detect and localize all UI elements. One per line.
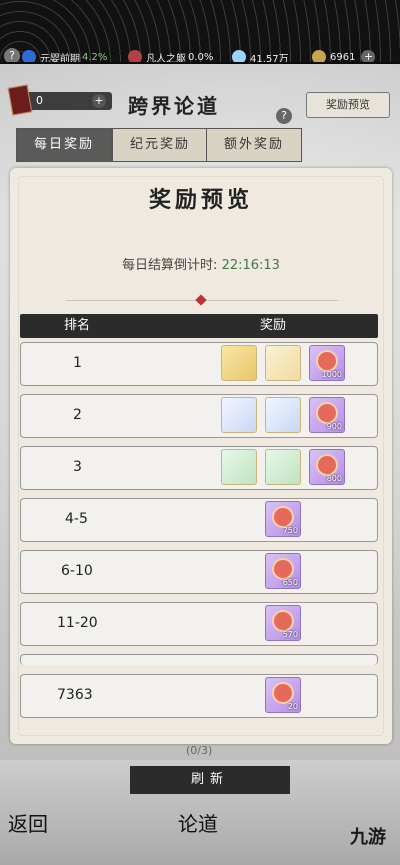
col-reward: 奖励	[260, 318, 287, 333]
medal-icon[interactable]: 900	[309, 397, 345, 433]
medal-icon[interactable]: 650	[265, 553, 301, 589]
counter-value: 0	[36, 94, 43, 107]
countdown-label: 每日结算倒计时:	[122, 258, 218, 273]
refresh-button[interactable]: 刷新	[130, 766, 290, 794]
watermark: 九游	[350, 827, 386, 848]
jade-ornament-icon[interactable]	[265, 397, 301, 433]
level-percent: 4.2%	[82, 51, 108, 63]
jade-ornament-icon[interactable]	[265, 449, 301, 485]
rank: 7363	[57, 687, 93, 703]
medal-count: 750	[282, 526, 298, 535]
medal-count: 20	[287, 702, 298, 711]
page-title: 跨界论道	[128, 94, 220, 118]
table-row: 4-5 750	[20, 498, 378, 542]
rank: 3	[73, 459, 82, 475]
medal-center	[274, 684, 292, 702]
countdown-time: 22:16:13	[221, 258, 280, 273]
jade-ring-icon[interactable]	[221, 397, 257, 433]
medal-icon[interactable]: 1000	[309, 345, 345, 381]
rank: 1	[73, 355, 82, 371]
medal-icon[interactable]: 800	[309, 449, 345, 485]
table-row: 6-10 650	[20, 550, 378, 594]
medal-center	[318, 404, 336, 422]
dao-button[interactable]: 论道	[178, 808, 218, 837]
seal-icon	[195, 294, 207, 306]
col-rank: 排名	[64, 318, 91, 333]
medal-count: 1000	[321, 370, 342, 379]
reward-preview-button[interactable]: 奖励预览	[306, 92, 390, 118]
medal-count: 570	[282, 630, 298, 639]
jade-ornament-icon[interactable]	[265, 345, 301, 381]
medal-center	[318, 456, 336, 474]
reward-preview-panel: 奖励预览 每日结算倒计时: 22:16:13 排名 奖励 1 1000 2 90…	[10, 168, 392, 744]
tab-era-rewards[interactable]: 纪元奖励	[112, 128, 208, 162]
medal-count: 650	[282, 578, 298, 587]
countdown: 每日结算倒计时: 22:16:13	[10, 254, 392, 273]
rank: 6-10	[61, 563, 93, 579]
jade-ring-icon[interactable]	[221, 345, 257, 381]
table-row: 3 800	[20, 446, 378, 490]
medal-icon[interactable]: 750	[265, 501, 301, 537]
tab-extra-rewards[interactable]: 额外奖励	[206, 128, 302, 162]
medal-center	[274, 508, 292, 526]
rank: 4-5	[65, 511, 88, 527]
table-header: 排名 奖励	[20, 314, 378, 338]
counter-box: 0 +	[7, 84, 112, 116]
add-counter-button[interactable]: +	[92, 94, 106, 108]
table-row: 1 1000	[20, 342, 378, 386]
topbar-divider	[0, 62, 400, 64]
my-rank-row: 7363 20	[20, 674, 378, 718]
question-icon[interactable]: ?	[276, 108, 292, 124]
body-percent: 0.0%	[188, 51, 214, 63]
medal-center	[318, 352, 336, 370]
medal-icon[interactable]: 570	[265, 605, 301, 641]
refresh-count: (0/3)	[186, 744, 213, 757]
table-row: 11-20 570	[20, 602, 378, 646]
rank: 2	[73, 407, 82, 423]
top-status-bar: ? 元婴前期 4.2% 凡人之躯 0.0% 41.57万 6961 +	[0, 0, 400, 65]
table-row-partial	[20, 654, 378, 665]
panel-title: 奖励预览	[148, 187, 253, 213]
rank: 11-20	[57, 615, 98, 631]
back-button[interactable]: 返回	[8, 808, 48, 837]
gold-value: 6961	[330, 51, 356, 63]
table-row: 2 900	[20, 394, 378, 438]
medal-icon[interactable]: 20	[265, 677, 301, 713]
jade-ring-icon[interactable]	[221, 449, 257, 485]
medal-count: 900	[326, 422, 342, 431]
medal-center	[274, 612, 292, 630]
medal-count: 800	[326, 474, 342, 483]
medal-center	[274, 560, 292, 578]
tab-daily-rewards[interactable]: 每日奖励	[16, 128, 112, 162]
